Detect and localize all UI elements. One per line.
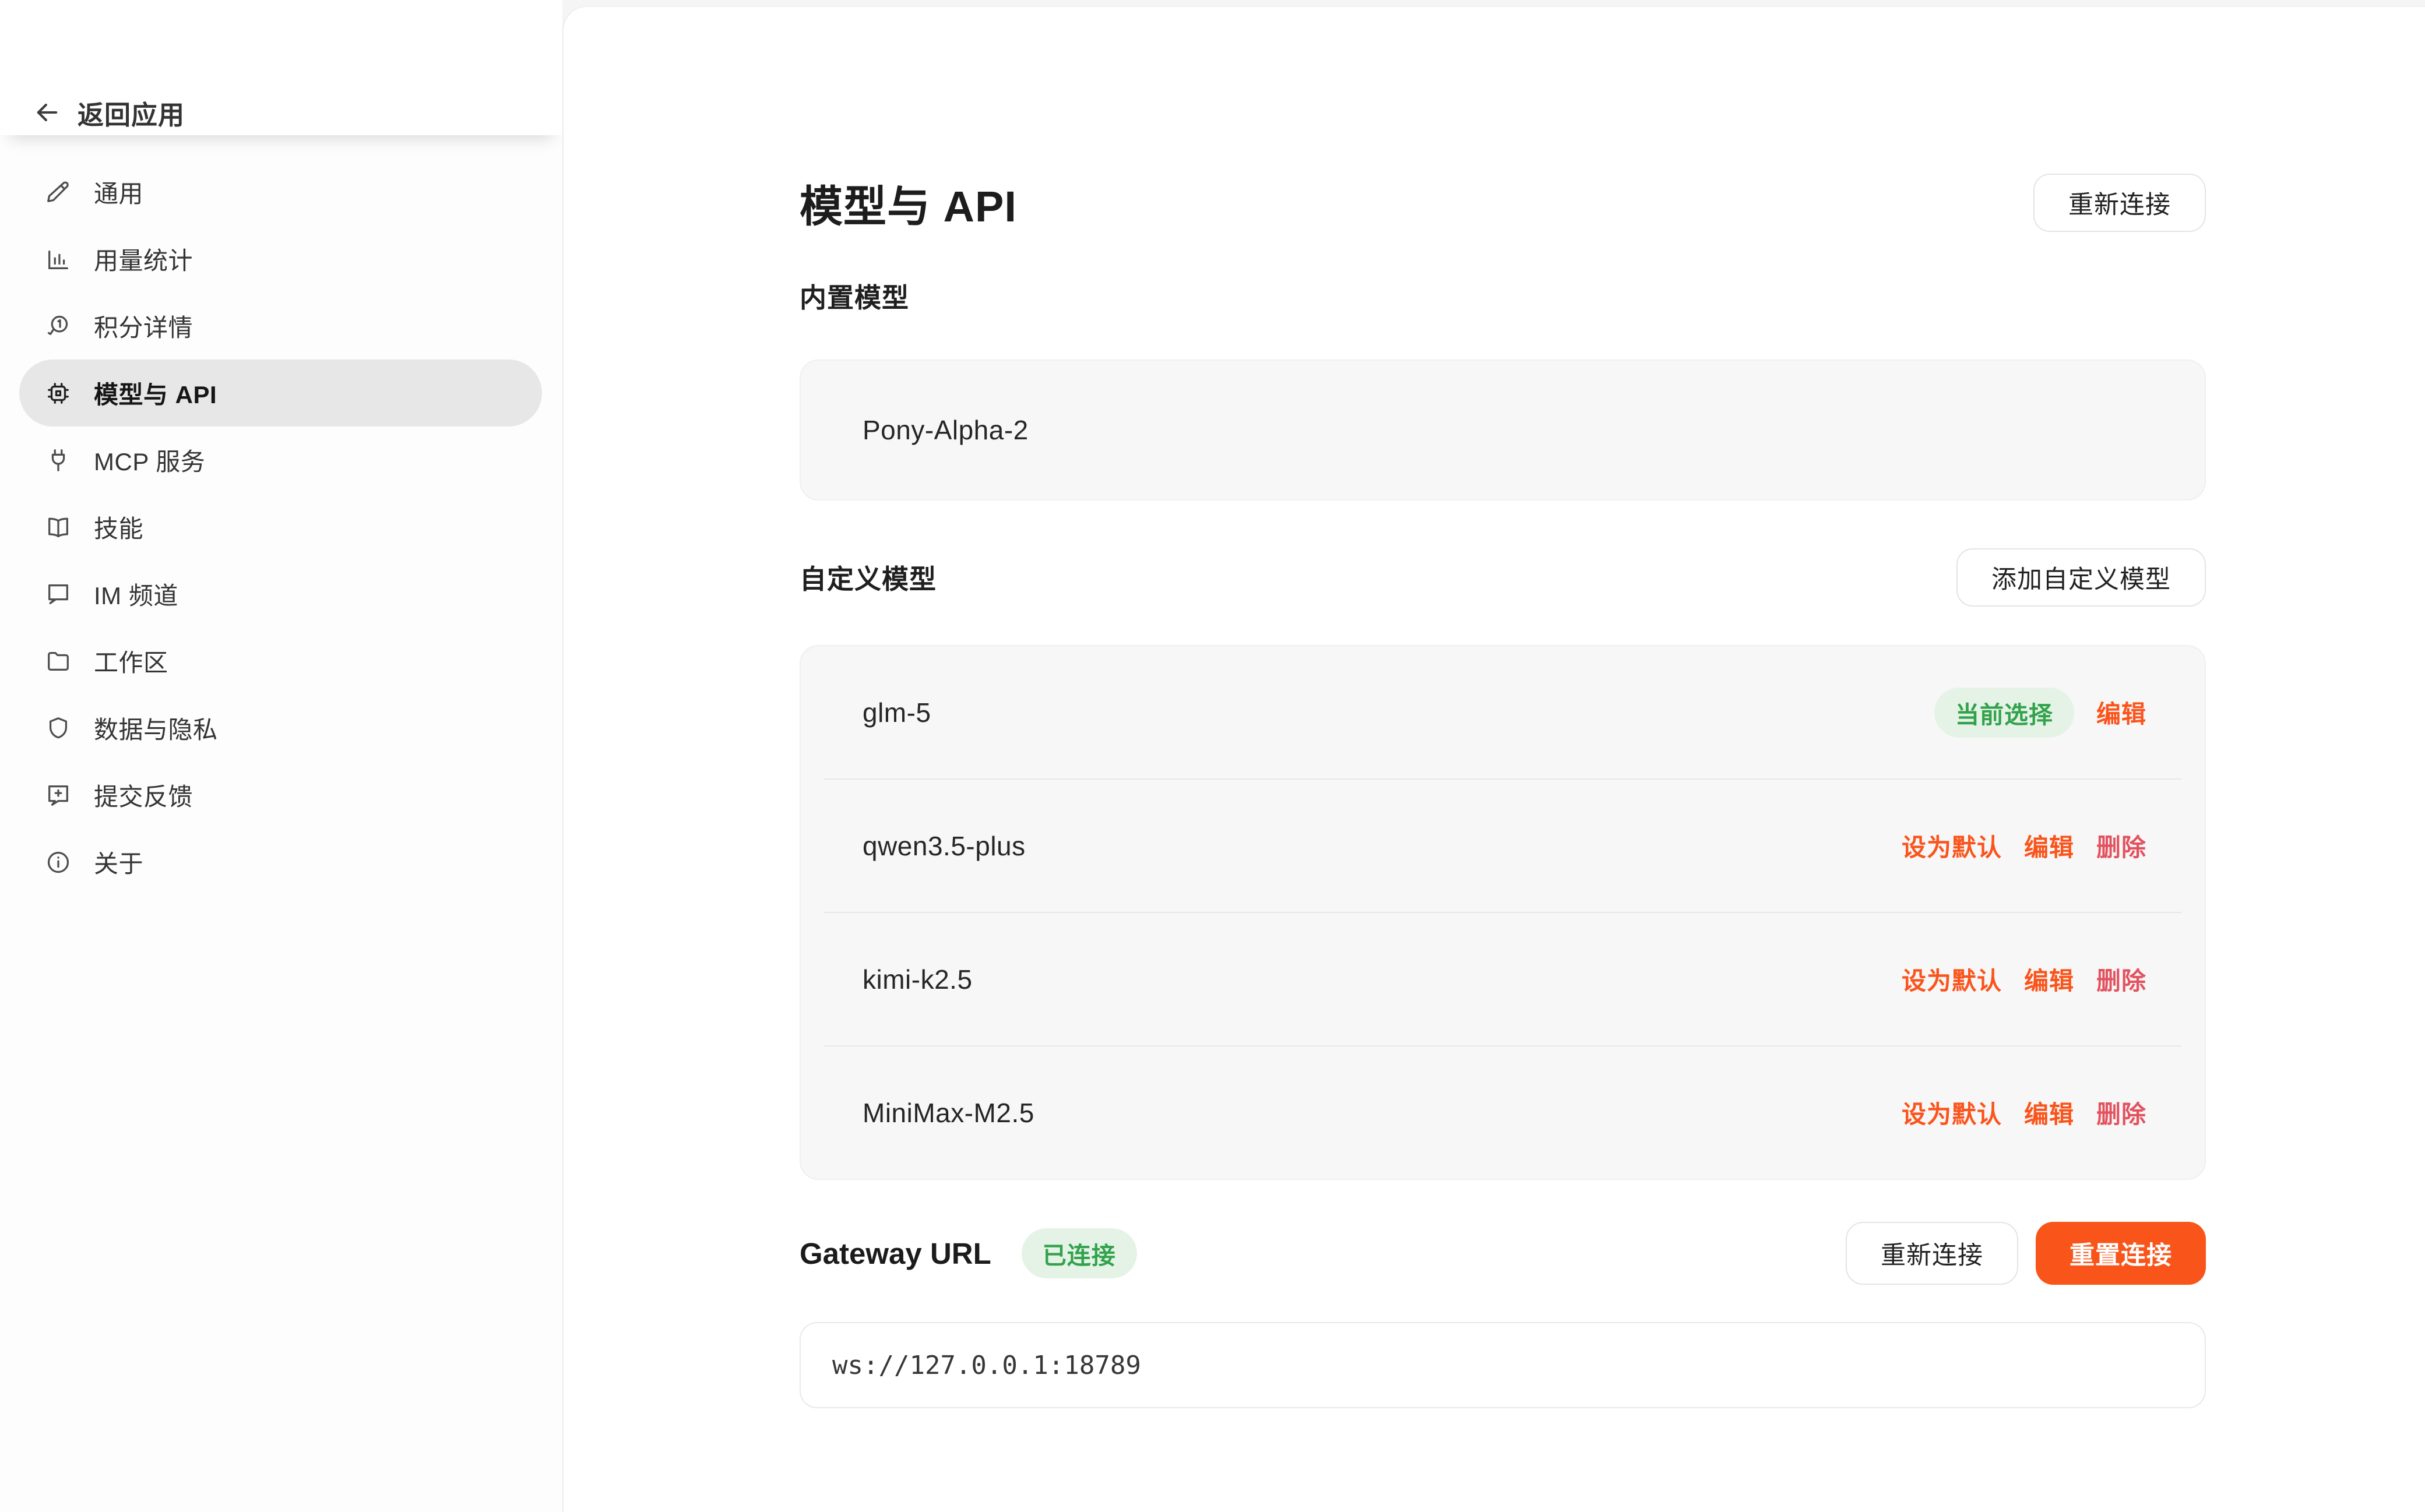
model-row-actions: 设为默认编辑删除	[1902, 1095, 2146, 1130]
sidebar-item-models-api[interactable]: 模型与 API	[19, 360, 542, 427]
edit-action[interactable]: 编辑	[2024, 1095, 2074, 1130]
title-row: 模型与 API 重新连接	[800, 173, 2206, 232]
model-row-kimi-k2-5[interactable]: kimi-k2.5 设为默认编辑删除	[801, 913, 2205, 1045]
custom-models-heading: 自定义模型	[800, 558, 937, 597]
sidebar-item-label: IM 频道	[94, 576, 178, 612]
connected-status-badge: 已连接	[1022, 1228, 1137, 1278]
delete-action[interactable]: 删除	[2096, 1095, 2146, 1130]
set-default-action[interactable]: 设为默认	[1902, 1095, 2002, 1130]
settings-sidebar: 返回应用 通用用量统计积分详情模型与 API MCP 服务技能 IM 频道工作区数据…	[0, 0, 562, 1512]
sidebar-item-label: 技能	[94, 509, 143, 545]
sidebar-item-skills[interactable]: 技能	[19, 494, 542, 561]
builtin-model-row[interactable]: Pony-Alpha-2	[801, 414, 2205, 446]
sidebar-item-label: 积分详情	[94, 308, 193, 344]
reconnect-top-button[interactable]: 重新连接	[2033, 174, 2206, 232]
delete-action[interactable]: 删除	[2096, 828, 2146, 864]
add-custom-model-button[interactable]: 添加自定义模型	[1956, 548, 2206, 607]
sidebar-item-label: MCP 服务	[94, 442, 205, 478]
shield-icon	[45, 715, 72, 742]
edit-action[interactable]: 编辑	[2096, 695, 2146, 730]
model-row-actions: 设为默认编辑删除	[1902, 828, 2146, 864]
set-default-action[interactable]: 设为默认	[1902, 961, 2002, 997]
info-icon	[45, 849, 72, 876]
sidebar-item-usage-stats[interactable]: 用量统计	[19, 225, 542, 292]
sidebar-item-workspace[interactable]: 工作区	[19, 628, 542, 695]
folder-icon	[45, 648, 72, 675]
model-name: MiniMax-M2.5	[863, 1097, 1034, 1129]
bar-chart-icon	[45, 246, 72, 273]
sidebar-item-label: 工作区	[94, 643, 168, 679]
gateway-reconnect-button[interactable]: 重新连接	[1846, 1222, 2018, 1285]
model-row-glm-5[interactable]: glm-5 当前选择编辑	[801, 646, 2205, 778]
gateway-row: Gateway URL 已连接 重新连接 重置连接	[800, 1222, 2206, 1285]
gateway-left: Gateway URL 已连接	[800, 1228, 1137, 1278]
credits-icon	[45, 313, 72, 340]
builtin-models-heading: 内置模型	[800, 277, 2206, 315]
model-row-qwen3-5-plus[interactable]: qwen3.5-plus 设为默认编辑删除	[801, 780, 2205, 912]
edit-action[interactable]: 编辑	[2024, 828, 2074, 864]
gateway-url-input[interactable]	[800, 1322, 2206, 1408]
sidebar-item-general[interactable]: 通用	[19, 158, 542, 225]
sidebar-item-credits[interactable]: 积分详情	[19, 292, 542, 360]
pencil-icon	[45, 179, 72, 206]
model-row-actions: 当前选择编辑	[1934, 688, 2146, 738]
book-icon	[45, 514, 72, 541]
feedback-icon	[45, 782, 72, 809]
sidebar-item-label: 模型与 API	[94, 375, 217, 411]
sidebar-item-data-privacy[interactable]: 数据与隐私	[19, 695, 542, 762]
sidebar-header: 返回应用	[0, 0, 562, 135]
gateway-url-label: Gateway URL	[800, 1236, 991, 1271]
main-panel: 模型与 API 重新连接 内置模型 Pony-Alpha-2 自定义模型 添加自…	[562, 6, 2425, 1512]
delete-action[interactable]: 删除	[2096, 961, 2146, 997]
builtin-model-name: Pony-Alpha-2	[863, 414, 1029, 446]
model-name: glm-5	[863, 697, 931, 728]
sidebar-item-label: 关于	[94, 844, 143, 880]
model-row-minimax-m2-5[interactable]: MiniMax-M2.5 设为默认编辑删除	[801, 1046, 2205, 1179]
gateway-reset-button[interactable]: 重置连接	[2036, 1222, 2206, 1285]
sidebar-item-im-channels[interactable]: IM 频道	[19, 561, 542, 628]
sidebar-nav: 通用用量统计积分详情模型与 API MCP 服务技能 IM 频道工作区数据与隐私提交…	[19, 158, 542, 896]
current-selected-badge: 当前选择	[1934, 688, 2074, 738]
set-default-action[interactable]: 设为默认	[1902, 828, 2002, 864]
gateway-buttons: 重新连接 重置连接	[1846, 1222, 2206, 1285]
sidebar-item-about[interactable]: 关于	[19, 829, 542, 896]
sidebar-item-label: 通用	[94, 174, 143, 210]
custom-model-list: glm-5当前选择编辑qwen3.5-plus设为默认编辑删除kimi-k2.5…	[800, 645, 2206, 1180]
back-to-app-label: 返回应用	[78, 94, 185, 132]
page-title: 模型与 API	[800, 172, 1017, 234]
sidebar-item-label: 提交反馈	[94, 777, 193, 813]
chip-icon	[45, 380, 72, 407]
model-row-actions: 设为默认编辑删除	[1902, 961, 2146, 997]
back-to-app-button[interactable]: 返回应用	[32, 86, 185, 139]
builtin-models-card: Pony-Alpha-2	[800, 360, 2206, 501]
sidebar-item-label: 用量统计	[94, 241, 193, 277]
settings-content: 模型与 API 重新连接 内置模型 Pony-Alpha-2 自定义模型 添加自…	[800, 173, 2206, 1408]
edit-action[interactable]: 编辑	[2024, 961, 2074, 997]
sidebar-item-feedback[interactable]: 提交反馈	[19, 762, 542, 829]
model-name: kimi-k2.5	[863, 964, 973, 995]
model-name: qwen3.5-plus	[863, 830, 1026, 862]
sidebar-item-mcp-services[interactable]: MCP 服务	[19, 427, 542, 494]
arrow-left-icon	[32, 97, 62, 128]
custom-models-header-row: 自定义模型 添加自定义模型	[800, 548, 2206, 607]
app-window: 返回应用 通用用量统计积分详情模型与 APIMCP 服务技能IM 频道工作区数据…	[0, 0, 2425, 1512]
chat-icon	[45, 581, 72, 608]
sidebar-item-label: 数据与隐私	[94, 710, 218, 746]
plug-icon	[45, 447, 72, 474]
